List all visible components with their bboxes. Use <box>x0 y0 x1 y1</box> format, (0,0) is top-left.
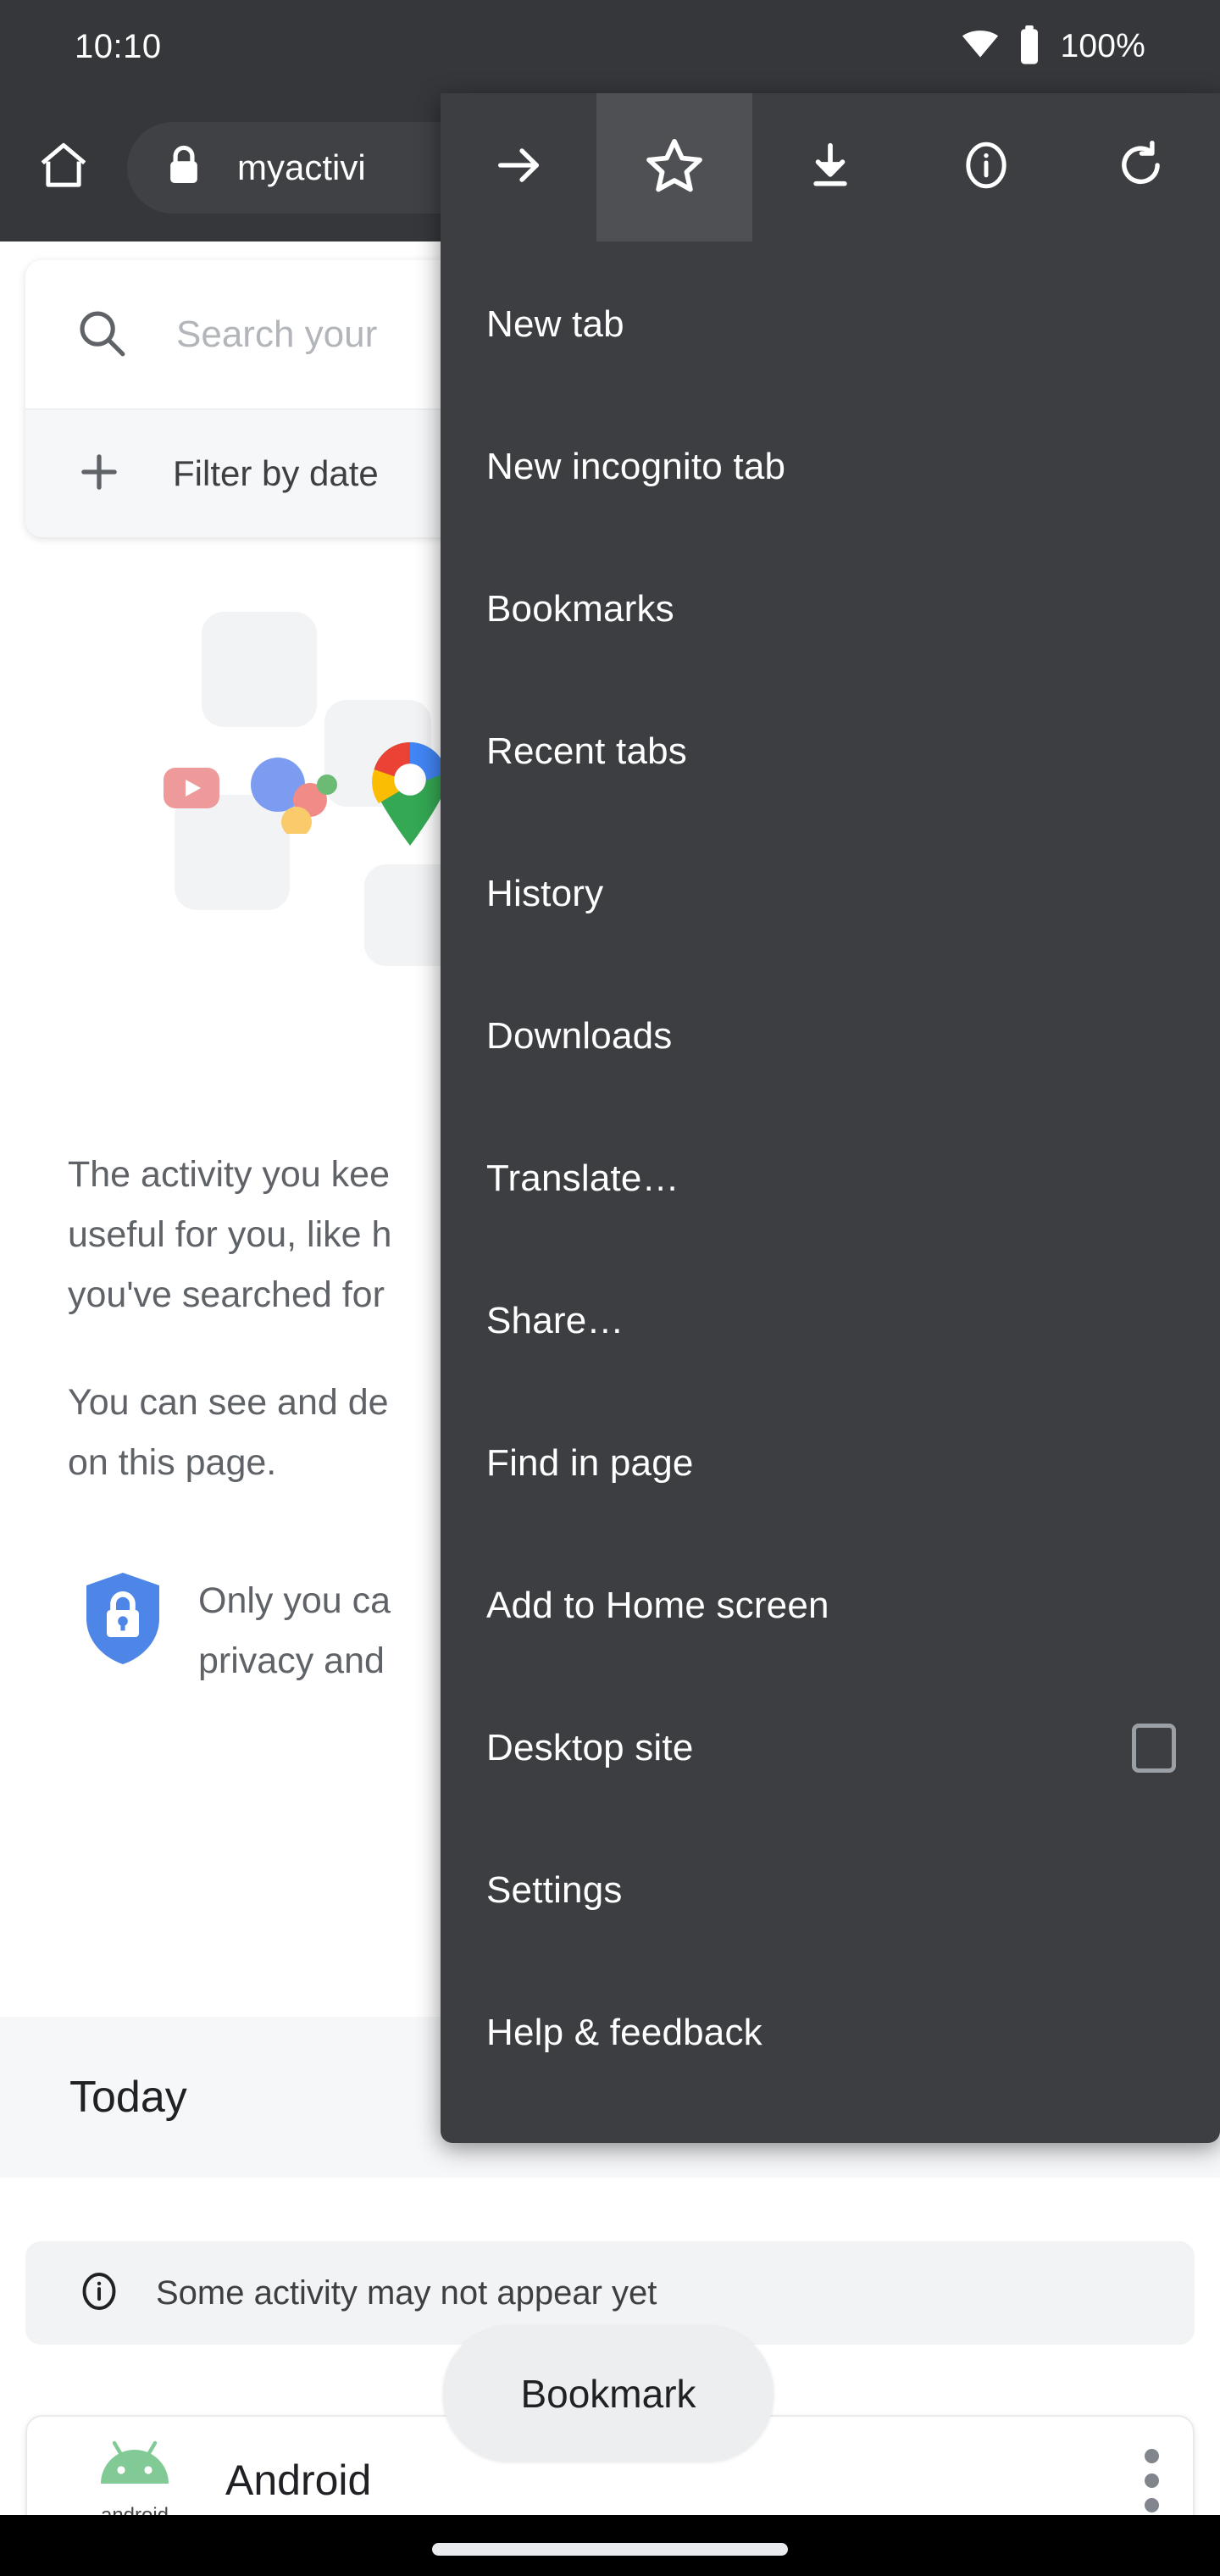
home-button[interactable] <box>0 93 127 242</box>
deco-square <box>202 612 317 727</box>
menu-item-label: Share… <box>486 1300 624 1341</box>
menu-item-list: New tab New incognito tab Bookmarks Recent … <box>441 242 1220 2104</box>
status-bar: 10:10 100% <box>0 0 1220 93</box>
android-robot-icon: android <box>88 2433 181 2528</box>
omnibox-url-text: myactivi <box>237 147 366 187</box>
menu-item-add-to-home-screen[interactable]: Add to Home screen <box>441 1535 1220 1677</box>
gesture-handle[interactable] <box>432 2542 788 2556</box>
today-label: Today <box>69 2073 187 2122</box>
bookmark-toast: Bookmark <box>443 2326 774 2462</box>
menu-item-label: Bookmarks <box>486 588 674 630</box>
screen: 10:10 100% myactivi Search your Filter b… <box>0 0 1220 2576</box>
browser-app-menu: New tab New incognito tab Bookmarks Recent … <box>441 93 1220 2143</box>
info-icon <box>78 2270 120 2317</box>
dot <box>1145 2497 1159 2512</box>
menu-item-downloads[interactable]: Downloads <box>441 965 1220 1108</box>
reload-icon <box>1116 139 1168 196</box>
home-icon <box>36 137 92 197</box>
wifi-icon <box>962 30 999 64</box>
download-icon <box>804 139 857 196</box>
reload-button[interactable] <box>1064 93 1220 242</box>
menu-item-desktop-site[interactable]: Desktop site <box>441 1677 1220 1819</box>
menu-item-label: Find in page <box>486 1442 694 1484</box>
menu-item-help-feedback[interactable]: Help & feedback <box>441 1962 1220 2104</box>
star-icon <box>644 135 705 200</box>
menu-item-label: Recent tabs <box>486 730 688 772</box>
menu-icon-row <box>441 93 1220 242</box>
menu-item-label: Desktop site <box>486 1727 694 1768</box>
lock-icon <box>164 143 203 192</box>
page-info-button[interactable] <box>908 93 1064 242</box>
overflow-menu-icon[interactable] <box>1145 2448 1159 2512</box>
menu-item-new-tab[interactable]: New tab <box>441 253 1220 396</box>
menu-item-label: History <box>486 873 604 914</box>
menu-item-new-incognito-tab[interactable]: New incognito tab <box>441 396 1220 538</box>
dot <box>1145 2448 1159 2463</box>
page-info-icon <box>960 139 1012 196</box>
menu-item-bookmarks[interactable]: Bookmarks <box>441 538 1220 680</box>
bookmark-button[interactable] <box>596 93 752 242</box>
menu-item-label: New incognito tab <box>486 446 786 487</box>
menu-item-find-in-page[interactable]: Find in page <box>441 1392 1220 1535</box>
activity-title: Android <box>225 2457 372 2504</box>
menu-item-label: Settings <box>486 1869 623 1911</box>
forward-icon <box>491 138 546 197</box>
dot <box>1145 2473 1159 2488</box>
shield-lock-icon <box>85 1571 161 1670</box>
menu-item-label: New tab <box>486 303 624 345</box>
system-nav-bar <box>0 2515 1220 2576</box>
bookmark-toast-label: Bookmark <box>520 2372 696 2416</box>
youtube-icon <box>164 768 219 813</box>
battery-percent: 100% <box>1060 28 1145 64</box>
filter-by-date-label: Filter by date <box>173 453 379 493</box>
menu-item-recent-tabs[interactable]: Recent tabs <box>441 680 1220 823</box>
forward-button[interactable] <box>441 93 596 242</box>
plus-icon <box>75 447 124 501</box>
menu-item-translate[interactable]: Translate… <box>441 1108 1220 1250</box>
download-button[interactable] <box>752 93 908 242</box>
menu-item-history[interactable]: History <box>441 823 1220 965</box>
battery-full-icon <box>1018 25 1041 69</box>
menu-item-settings[interactable]: Settings <box>441 1819 1220 1962</box>
menu-item-label: Add to Home screen <box>486 1585 829 1626</box>
desktop-site-checkbox[interactable] <box>1132 1724 1176 1773</box>
menu-item-label: Translate… <box>486 1158 679 1199</box>
menu-item-label: Downloads <box>486 1015 673 1057</box>
activity-notice-text: Some activity may not appear yet <box>156 2273 657 2312</box>
menu-item-share[interactable]: Share… <box>441 1250 1220 1392</box>
status-indicators: 100% <box>962 25 1145 69</box>
menu-item-label: Help & feedback <box>486 2012 762 2053</box>
search-icon <box>75 306 127 363</box>
search-placeholder: Search your <box>176 313 378 355</box>
google-assistant-icon <box>251 756 339 838</box>
status-clock: 10:10 <box>75 27 162 65</box>
privacy-note-text: Only you ca privacy and <box>198 1579 391 1681</box>
